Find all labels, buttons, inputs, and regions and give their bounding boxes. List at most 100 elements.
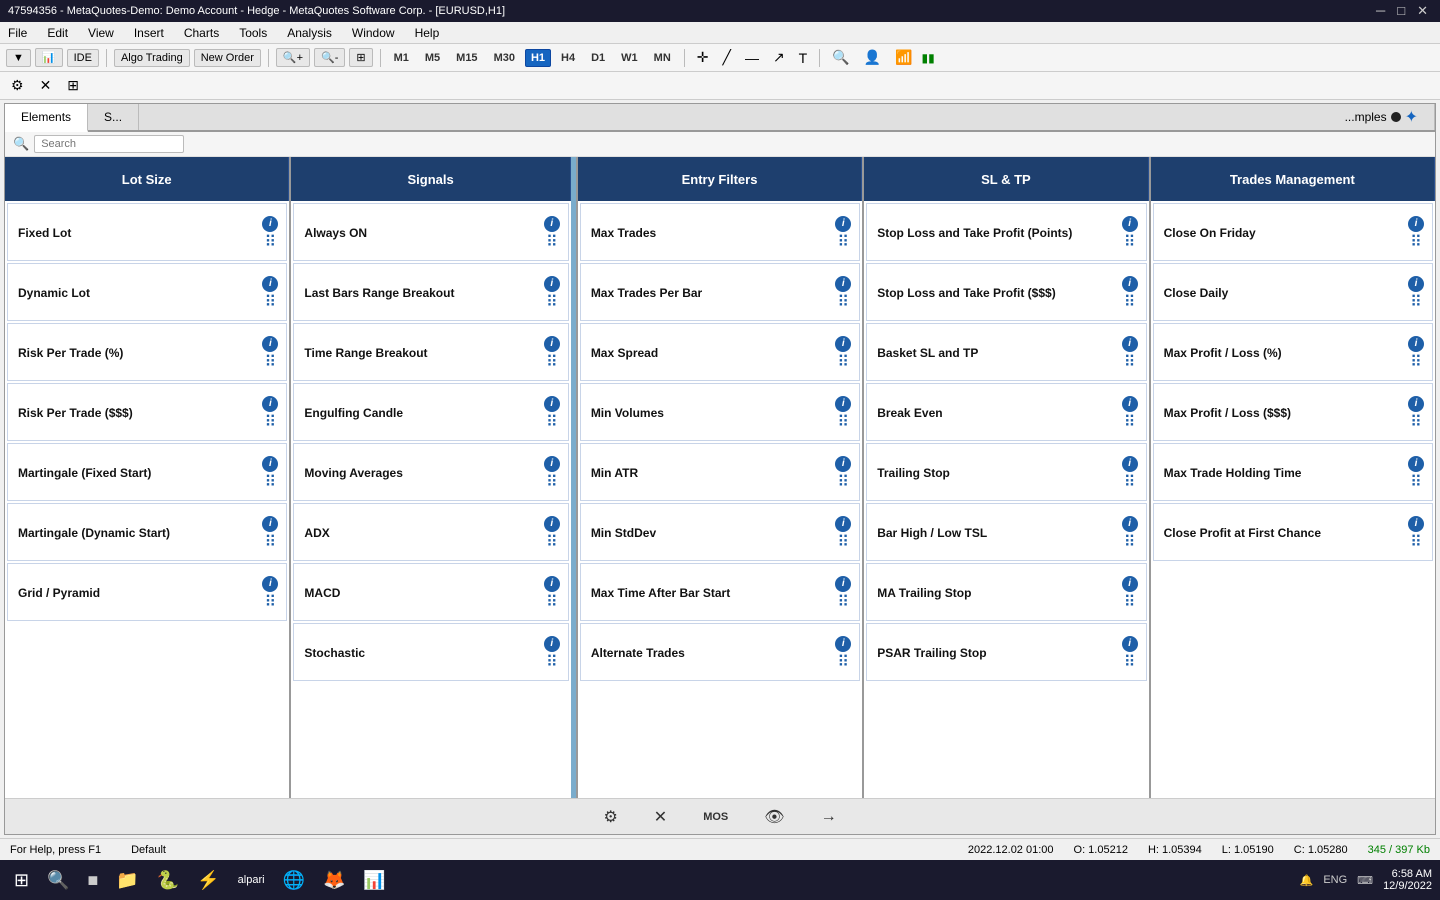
tf-m30[interactable]: M30	[488, 49, 521, 67]
info-btn-ma[interactable]: i	[544, 456, 560, 472]
drag-btn-psar[interactable]: ⠿	[1124, 655, 1136, 671]
info-btn-min-atr[interactable]: i	[835, 456, 851, 472]
info-btn-mart-dynamic[interactable]: i	[262, 516, 278, 532]
menu-analysis[interactable]: Analysis	[283, 26, 336, 40]
drag-btn-adx[interactable]: ⠿	[546, 535, 558, 551]
card-max-trades-per-bar[interactable]: Max Trades Per Bar i ⠿	[580, 263, 860, 321]
eye-btn[interactable]: 👁	[756, 805, 792, 829]
menu-insert[interactable]: Insert	[130, 26, 168, 40]
info-btn-risk-ddd[interactable]: i	[262, 396, 278, 412]
trend-icon[interactable]: ↗	[768, 47, 790, 68]
info-btn-last-bars[interactable]: i	[544, 276, 560, 292]
tab-samples[interactable]: ...mples ✦	[1329, 104, 1435, 130]
zoom-in-btn[interactable]: 🔍+	[276, 48, 310, 67]
search-input[interactable]	[34, 135, 184, 153]
drag-btn-basket[interactable]: ⠿	[1124, 355, 1136, 371]
info-btn-basket[interactable]: i	[1122, 336, 1138, 352]
card-always-on[interactable]: Always ON i ⠿	[293, 203, 568, 261]
card-engulfing-candle[interactable]: Engulfing Candle i ⠿	[293, 383, 568, 441]
card-min-stddev[interactable]: Min StdDev i ⠿	[580, 503, 860, 561]
card-last-bars-breakout[interactable]: Last Bars Range Breakout i ⠿	[293, 263, 568, 321]
card-macd[interactable]: MACD i ⠿	[293, 563, 568, 621]
card-min-volumes[interactable]: Min Volumes i ⠿	[580, 383, 860, 441]
card-close-friday[interactable]: Close On Friday i ⠿	[1153, 203, 1433, 261]
drag-btn-ma[interactable]: ⠿	[546, 475, 558, 491]
drag-btn-stochastic[interactable]: ⠿	[546, 655, 558, 671]
menu-file[interactable]: File	[4, 26, 31, 40]
info-btn-engulfing[interactable]: i	[544, 396, 560, 412]
card-ma-trailing-stop[interactable]: MA Trailing Stop i ⠿	[866, 563, 1146, 621]
info-btn-max-holding[interactable]: i	[1408, 456, 1424, 472]
drag-btn-engulfing[interactable]: ⠿	[546, 415, 558, 431]
firefox-icon[interactable]: 🦊	[317, 868, 351, 893]
close-button[interactable]: ✕	[1413, 3, 1432, 19]
info-btn-trailing-stop[interactable]: i	[1122, 456, 1138, 472]
drag-btn-risk-pct[interactable]: ⠿	[265, 355, 277, 371]
info-btn-grid[interactable]: i	[262, 576, 278, 592]
grid-btn[interactable]: ⊞	[349, 48, 372, 67]
drag-btn-close-daily[interactable]: ⠿	[1410, 295, 1422, 311]
chart-type-btn[interactable]: 📊	[35, 48, 63, 67]
card-sl-tp-ddd[interactable]: Stop Loss and Take Profit ($$$) i ⠿	[866, 263, 1146, 321]
card-dynamic-lot[interactable]: Dynamic Lot i ⠿	[7, 263, 287, 321]
hline-icon[interactable]: —	[740, 48, 764, 68]
tf-h1[interactable]: H1	[525, 49, 551, 67]
tf-h4[interactable]: H4	[555, 49, 581, 67]
app2-icon[interactable]: ⚡	[191, 868, 225, 893]
drag-btn-max-spread[interactable]: ⠿	[837, 355, 849, 371]
menu-charts[interactable]: Charts	[180, 26, 223, 40]
tf-m1[interactable]: M1	[388, 49, 415, 67]
card-stochastic[interactable]: Stochastic i ⠿	[293, 623, 568, 681]
card-time-range-breakout[interactable]: Time Range Breakout i ⠿	[293, 323, 568, 381]
tab-elements[interactable]: Elements	[5, 104, 88, 132]
card-trailing-stop[interactable]: Trailing Stop i ⠿	[866, 443, 1146, 501]
mos-btn[interactable]: MOS	[695, 809, 736, 825]
tf-d1[interactable]: D1	[585, 49, 611, 67]
drag-btn-grid[interactable]: ⠿	[265, 595, 277, 611]
search-taskbar-icon[interactable]: 🔍	[41, 868, 75, 893]
info-btn-always-on[interactable]: i	[544, 216, 560, 232]
taskview-icon[interactable]: ■	[82, 868, 105, 893]
info-btn-max-trades-per-bar[interactable]: i	[835, 276, 851, 292]
arrow-right-btn[interactable]: →	[813, 806, 845, 828]
menu-window[interactable]: Window	[348, 26, 399, 40]
info-btn-alternate[interactable]: i	[835, 636, 851, 652]
settings-icon[interactable]: ⚙	[6, 75, 29, 96]
drag-btn-close-friday[interactable]: ⠿	[1410, 235, 1422, 251]
drag-btn-macd[interactable]: ⠿	[546, 595, 558, 611]
signal-icon[interactable]: 📶	[890, 47, 917, 68]
info-btn-macd[interactable]: i	[544, 576, 560, 592]
menu-edit[interactable]: Edit	[43, 26, 72, 40]
info-btn-max-pl-ddd[interactable]: i	[1408, 396, 1424, 412]
app3-icon[interactable]: 🌐	[277, 868, 311, 893]
info-btn-max-spread[interactable]: i	[835, 336, 851, 352]
info-btn-close-profit-first[interactable]: i	[1408, 516, 1424, 532]
drag-btn-alternate[interactable]: ⠿	[837, 655, 849, 671]
info-btn-max-trades[interactable]: i	[835, 216, 851, 232]
card-alternate-trades[interactable]: Alternate Trades i ⠿	[580, 623, 860, 681]
magic-wand-icon[interactable]: ✦	[1405, 107, 1418, 127]
card-bar-high-low[interactable]: Bar High / Low TSL i ⠿	[866, 503, 1146, 561]
drag-btn-sl-tp-ddd[interactable]: ⠿	[1124, 295, 1136, 311]
drag-btn-max-pl-pct[interactable]: ⠿	[1410, 355, 1422, 371]
card-martingale-fixed[interactable]: Martingale (Fixed Start) i ⠿	[7, 443, 287, 501]
drag-btn-bar-high-low[interactable]: ⠿	[1124, 535, 1136, 551]
info-btn-psar[interactable]: i	[1122, 636, 1138, 652]
window-controls[interactable]: ─ □ ✕	[1372, 3, 1432, 19]
card-risk-pct[interactable]: Risk Per Trade (%) i ⠿	[7, 323, 287, 381]
arrow-dropdown[interactable]: ▼	[6, 49, 31, 67]
drag-btn-min-stddev[interactable]: ⠿	[837, 535, 849, 551]
drag-btn-fixed-lot[interactable]: ⠿	[265, 235, 277, 251]
info-btn-time-range[interactable]: i	[544, 336, 560, 352]
maximize-button[interactable]: □	[1393, 3, 1409, 19]
crosshair-icon[interactable]: ✛	[692, 47, 714, 68]
card-close-daily[interactable]: Close Daily i ⠿	[1153, 263, 1433, 321]
text-icon[interactable]: T	[794, 48, 813, 68]
info-btn-sl-tp-ddd[interactable]: i	[1122, 276, 1138, 292]
info-btn-sl-tp-pts[interactable]: i	[1122, 216, 1138, 232]
grid-view-icon[interactable]: ⊞	[62, 75, 84, 96]
user-icon[interactable]: 👤	[859, 47, 886, 68]
new-order-button[interactable]: New Order	[194, 49, 261, 67]
drag-btn-close-profit-first[interactable]: ⠿	[1410, 535, 1422, 551]
card-close-profit-first[interactable]: Close Profit at First Chance i ⠿	[1153, 503, 1433, 561]
